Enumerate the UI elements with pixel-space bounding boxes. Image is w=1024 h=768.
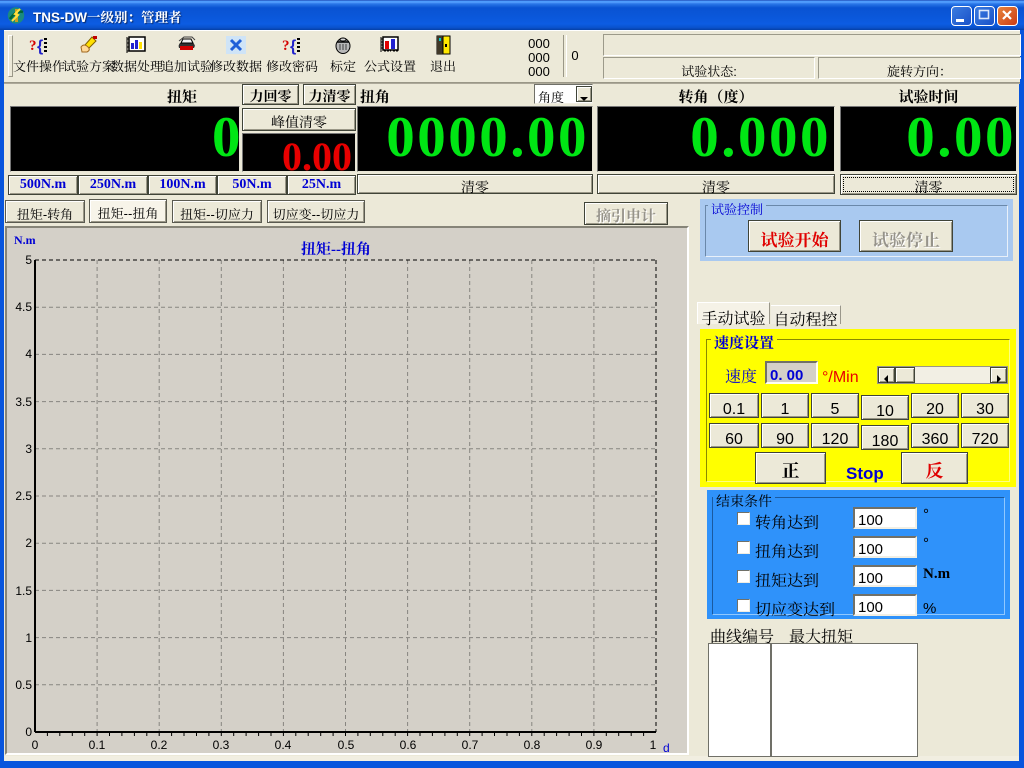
svg-text:2.5: 2.5	[15, 489, 32, 503]
svg-text:?: ?	[29, 38, 37, 54]
svg-text:4: 4	[25, 347, 32, 361]
svg-text:0.3: 0.3	[213, 738, 230, 752]
svg-text:4.5: 4.5	[15, 300, 32, 314]
svg-text:0.7: 0.7	[462, 738, 479, 752]
svg-text:0.5: 0.5	[338, 738, 355, 752]
svg-text:0: 0	[32, 738, 39, 752]
svg-text:扭矩--扭角: 扭矩--扭角	[301, 238, 371, 259]
svg-text:{: {	[37, 38, 43, 55]
svg-text:3.5: 3.5	[15, 395, 32, 409]
svg-text:?: ?	[282, 38, 290, 54]
svg-text:5: 5	[25, 253, 32, 267]
svg-text:0.1: 0.1	[89, 738, 106, 752]
svg-text:0.8: 0.8	[524, 738, 541, 752]
svg-text:1: 1	[650, 738, 657, 752]
svg-text:0.9: 0.9	[586, 738, 603, 752]
svg-text:0: 0	[25, 725, 32, 739]
svg-text:2: 2	[25, 536, 32, 550]
svg-text:d: d	[663, 741, 670, 753]
svg-text:1: 1	[25, 631, 32, 645]
svg-text:1.5: 1.5	[15, 584, 32, 598]
svg-text:0.6: 0.6	[400, 738, 417, 752]
svg-text:3: 3	[25, 442, 32, 456]
svg-text:{: {	[290, 38, 296, 55]
svg-text:0.4: 0.4	[275, 738, 292, 752]
svg-text:N.m: N.m	[14, 233, 36, 247]
svg-text:0.5: 0.5	[15, 678, 32, 692]
svg-text:0.2: 0.2	[151, 738, 168, 752]
